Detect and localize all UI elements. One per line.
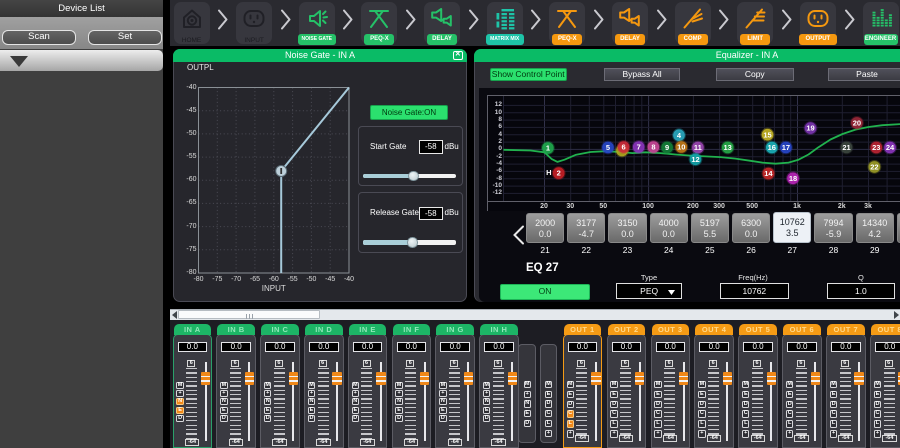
svg-text:20: 20 — [852, 118, 860, 127]
svg-text:22: 22 — [870, 162, 878, 171]
svg-text:21: 21 — [842, 143, 850, 152]
svg-text:H: H — [546, 168, 551, 177]
svg-text:14: 14 — [764, 169, 773, 178]
svg-text:12: 12 — [691, 154, 699, 163]
svg-text:7: 7 — [636, 142, 640, 151]
svg-text:8: 8 — [651, 142, 655, 151]
svg-text:2: 2 — [556, 168, 560, 177]
svg-text:6: 6 — [621, 142, 625, 151]
svg-text:10: 10 — [677, 142, 685, 151]
svg-text:18: 18 — [788, 173, 796, 182]
svg-text:17: 17 — [781, 143, 789, 152]
svg-text:19: 19 — [806, 123, 814, 132]
svg-text:16: 16 — [767, 143, 775, 152]
svg-text:5: 5 — [605, 143, 609, 152]
svg-text:11: 11 — [693, 143, 701, 152]
svg-text:24: 24 — [885, 143, 894, 152]
svg-text:13: 13 — [723, 143, 731, 152]
svg-text:9: 9 — [665, 143, 669, 152]
svg-text:1: 1 — [545, 143, 549, 152]
svg-text:23: 23 — [872, 143, 880, 152]
svg-text:15: 15 — [763, 130, 771, 139]
